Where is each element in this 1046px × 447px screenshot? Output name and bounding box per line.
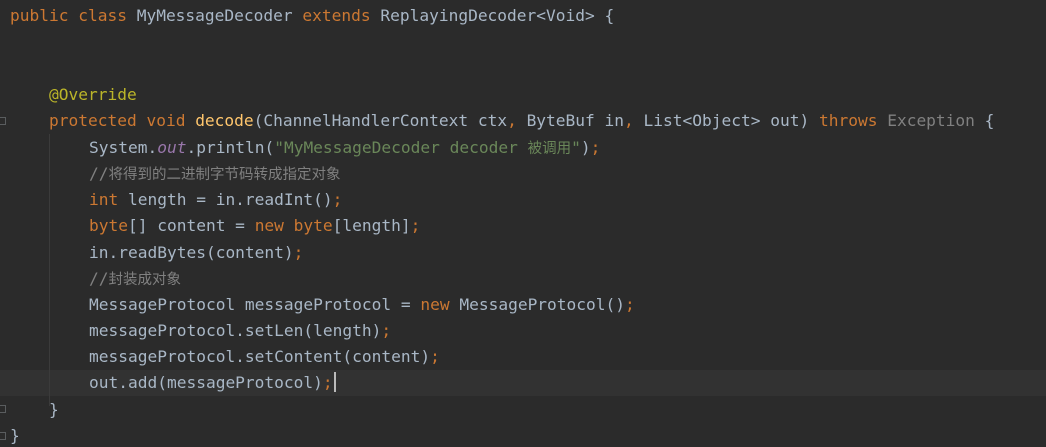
token-expression: [] content = xyxy=(127,216,255,235)
token-comment-slashes: // xyxy=(89,164,109,183)
code-line-11[interactable]: //封装成对象 xyxy=(89,266,181,292)
code-line-8[interactable]: int length = in.readInt(); xyxy=(89,187,342,213)
token-semicolon: ; xyxy=(430,347,440,366)
code-line-5[interactable]: protected void decode(ChannelHandlerCont… xyxy=(49,108,994,134)
token-method-name: decode xyxy=(195,111,254,130)
token-static-field: out xyxy=(157,138,187,157)
token-param: (ChannelHandlerContext ctx xyxy=(253,111,508,130)
token-keyword: throws xyxy=(818,111,888,130)
token-comma: , xyxy=(507,111,527,130)
token-expression: MessageProtocol messageProtocol = xyxy=(89,295,421,314)
token-brace: } xyxy=(49,400,59,419)
fold-marker-class-end[interactable] xyxy=(0,432,6,440)
token-comment-slashes: // xyxy=(89,269,109,288)
code-line-12[interactable]: MessageProtocol messageProtocol = new Me… xyxy=(89,292,635,318)
code-line-17[interactable]: } xyxy=(10,423,20,447)
token-keyword: int xyxy=(89,190,128,209)
code-editor[interactable]: public class MyMessageDecoder extends Re… xyxy=(0,0,1046,447)
token-param: List<Object> out) xyxy=(643,111,819,130)
token-keyword: public class xyxy=(10,6,137,25)
code-line-15[interactable]: out.add(messageProtocol); xyxy=(89,370,336,396)
token-string: "MyMessageDecoder decoder 被调用" xyxy=(274,138,581,157)
token-brace: { xyxy=(984,111,995,130)
token-expression: in.readBytes(content) xyxy=(89,243,294,262)
token-annotation: @Override xyxy=(49,85,137,104)
token-expression: length = in.readInt() xyxy=(127,190,333,209)
code-line-16[interactable]: } xyxy=(49,397,59,423)
token-semicolon: ; xyxy=(332,190,343,209)
token-type: ReplayingDecoder<Void> { xyxy=(380,6,615,25)
code-line-4[interactable]: @Override xyxy=(49,82,137,108)
token-identifier: System. xyxy=(89,138,158,157)
code-line-10[interactable]: in.readBytes(content); xyxy=(89,240,303,266)
code-line-9[interactable]: byte[] content = new byte[length]; xyxy=(89,213,420,239)
token-expression: MessageProtocol() xyxy=(459,295,626,314)
token-keyword: byte xyxy=(89,216,128,235)
token-semicolon: ; xyxy=(410,216,421,235)
token-semicolon: ; xyxy=(625,295,635,314)
token-comment: //将得到的二进制字节码转成指定对象 xyxy=(89,164,341,183)
fold-marker-method-end[interactable] xyxy=(0,405,6,413)
token-semicolon: ; xyxy=(293,243,304,262)
token-comment-text: 封装成对象 xyxy=(108,272,182,288)
text-caret xyxy=(333,372,336,392)
token-string-ascii: "MyMessageDecoder decoder xyxy=(274,138,528,157)
token-brace: } xyxy=(10,426,20,445)
token-paren: ) xyxy=(580,138,591,157)
code-line-7[interactable]: //将得到的二进制字节码转成指定对象 xyxy=(89,161,341,187)
code-line-6[interactable]: System.out.println("MyMessageDecoder dec… xyxy=(89,135,600,161)
token-expression: [length] xyxy=(332,216,411,235)
token-string-quote: " xyxy=(571,138,581,157)
token-comma: , xyxy=(624,111,644,130)
token-class-name: MyMessageDecoder xyxy=(136,6,303,25)
token-string-cjk: 被调用 xyxy=(527,141,572,157)
token-keyword: new xyxy=(420,295,460,314)
code-line-14[interactable]: messageProtocol.setContent(content); xyxy=(89,344,440,370)
token-param: ByteBuf in xyxy=(526,111,625,130)
token-exception-type: Exception xyxy=(887,111,985,130)
indent-guide xyxy=(49,134,50,406)
token-keyword: extends xyxy=(302,6,381,25)
code-line-1[interactable]: public class MyMessageDecoder extends Re… xyxy=(10,3,614,29)
token-keyword: protected void xyxy=(49,111,196,130)
token-expression: messageProtocol.setContent(content) xyxy=(89,347,431,366)
token-semicolon: ; xyxy=(322,373,333,392)
token-comment-text: 将得到的二进制字节码转成指定对象 xyxy=(108,167,341,183)
token-call: .println( xyxy=(186,138,275,157)
fold-marker-method-start[interactable] xyxy=(0,117,6,125)
token-keyword: new xyxy=(254,216,294,235)
token-expression: out.add(messageProtocol) xyxy=(89,373,323,392)
token-semicolon: ; xyxy=(381,321,392,340)
token-comment: //封装成对象 xyxy=(89,269,182,288)
code-line-13[interactable]: messageProtocol.setLen(length); xyxy=(89,318,391,344)
token-expression: messageProtocol.setLen(length) xyxy=(89,321,382,340)
token-semicolon: ; xyxy=(590,138,601,157)
token-keyword: byte xyxy=(293,216,333,235)
